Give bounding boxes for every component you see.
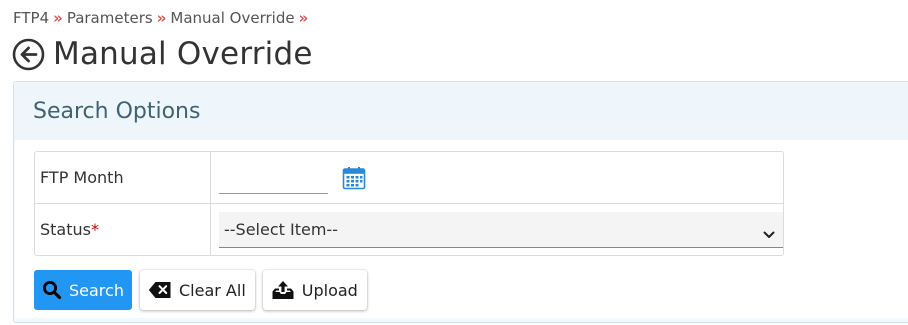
panel-body: FTP Month Status* --Select Item-- Search… [15, 140, 908, 318]
breadcrumb-separator: » [298, 9, 309, 27]
page-header: Manual Override [12, 35, 313, 73]
arrow-left-circle-icon[interactable] [12, 38, 45, 71]
status-label-cell: Status* [35, 204, 211, 255]
upload-tray-icon [271, 280, 295, 300]
ftp-month-input[interactable] [219, 161, 328, 194]
status-select[interactable]: --Select Item-- [219, 211, 783, 248]
breadcrumb-separator: » [53, 9, 63, 27]
ftp-month-label: FTP Month [35, 152, 211, 204]
upload-button-label: Upload [301, 280, 358, 300]
breadcrumb-item-manual-override[interactable]: Manual Override [170, 9, 294, 27]
status-label: Status [40, 220, 91, 239]
search-options-panel: Search Options FTP Month Status* --Selec… [13, 81, 908, 323]
backspace-icon [148, 281, 172, 299]
form-row-status: Status* --Select Item-- [35, 204, 783, 255]
search-button-label: Search [69, 280, 124, 300]
breadcrumb: FTP4» Parameters» Manual Override» [13, 9, 312, 27]
upload-button[interactable]: Upload [262, 270, 367, 310]
breadcrumb-item-parameters[interactable]: Parameters [67, 9, 153, 27]
calendar-icon[interactable] [342, 166, 366, 190]
search-button[interactable]: Search [34, 270, 132, 310]
button-row: Search Clear All Upload [34, 270, 375, 310]
breadcrumb-item-ftp4[interactable]: FTP4 [13, 9, 49, 27]
clear-all-button-label: Clear All [179, 280, 246, 300]
search-icon [42, 280, 62, 300]
clear-all-button[interactable]: Clear All [140, 270, 255, 310]
panel-header: Search Options [14, 82, 908, 141]
breadcrumb-separator: » [156, 9, 167, 27]
search-form-table: FTP Month Status* --Select Item-- [34, 151, 784, 256]
panel-title: Search Options [33, 98, 201, 124]
form-row-ftp-month: FTP Month [35, 152, 783, 204]
ftp-month-cell [211, 152, 783, 204]
page-title: Manual Override [53, 36, 313, 72]
status-cell: --Select Item-- [211, 204, 783, 255]
required-mark: * [90, 220, 99, 239]
